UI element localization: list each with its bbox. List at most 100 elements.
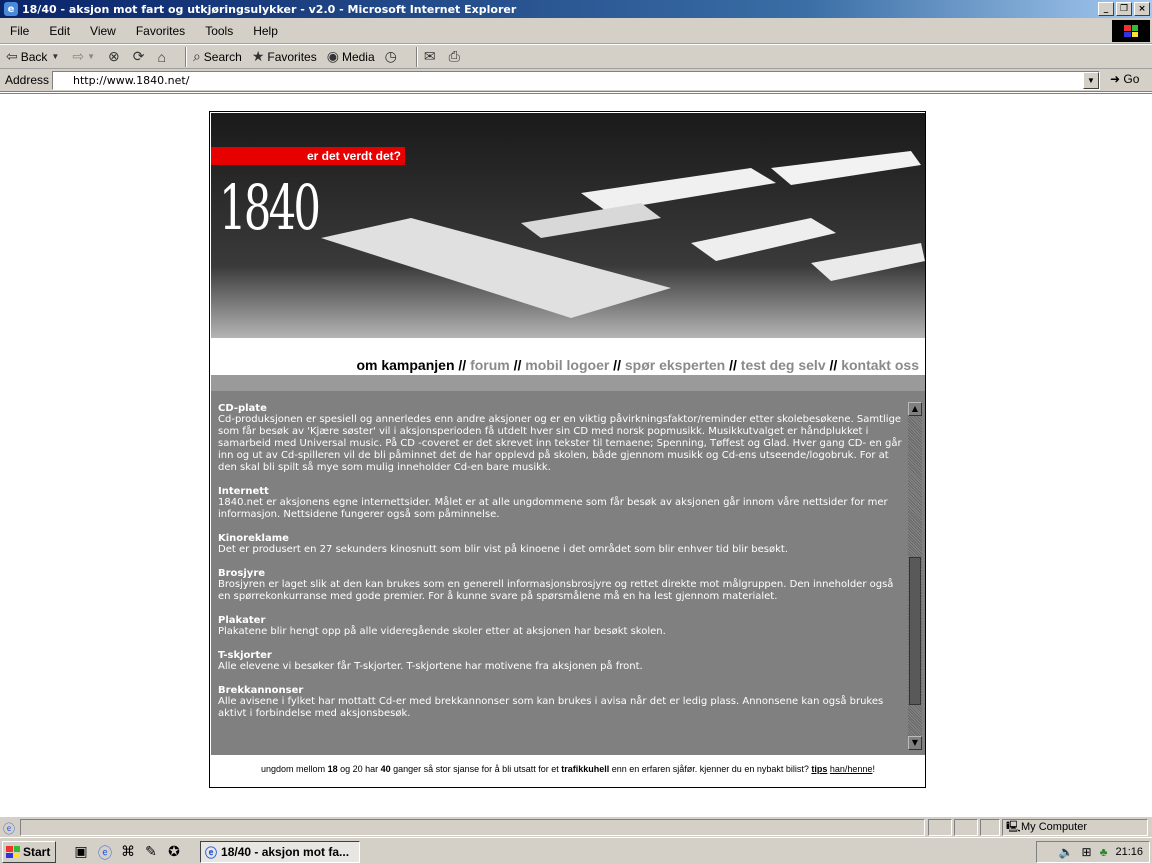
address-input[interactable]: http://www.1840.net/ [52,71,1100,90]
content-section: Brosjyre Brosjyren er laget slik at den k… [218,568,906,603]
address-label: Address [5,73,50,87]
taskbar-ie-window[interactable]: ⓔ 18/40 - aksjon mot fa... [200,841,360,863]
nav-link[interactable]: spør eksperten [625,357,725,373]
scroll-up-icon[interactable]: ▲ [908,402,922,416]
print-icon: ⎙ [448,48,460,64]
start-label: Start [23,845,51,859]
forward-arrow-icon: ⇨ [72,48,85,64]
chevron-down-icon[interactable]: ▼ [87,52,95,61]
footer-part: ungdom mellom [261,764,328,774]
address-bar: Address http://www.1840.net/ ▼ ➜ Go [0,69,1152,92]
section-title: Kinoreklame [218,533,289,544]
go-button[interactable]: ➜ Go [1110,72,1139,86]
clock[interactable]: 21:16 [1115,846,1143,858]
print-button[interactable]: ⎙ [449,48,463,65]
mail-icon: ✉ [423,48,436,64]
section-body: Plakatene blir hengt opp på alle videreg… [218,626,666,637]
nav-link[interactable]: mobil logoer [525,357,609,373]
content-section: Kinoreklame Det er produsert en 27 sekund… [218,533,906,556]
menu-view[interactable]: View [80,24,126,38]
forward-button[interactable]: ⇨ ▼ [72,48,98,65]
nav-link[interactable]: om kampanjen [356,357,454,373]
footer-part: ganger så stor sjanse for å bli utsatt f… [390,764,562,774]
nav-separator: // [725,357,741,373]
zone-cell: 🖳 My Computer [1002,819,1148,836]
section-title: CD-plate [218,403,267,414]
app-icon[interactable]: ✪ [165,843,183,861]
footer-part: og 20 har [337,764,381,774]
menu-bar: File Edit View Favorites Tools Help [0,18,1152,44]
status-cell [954,819,978,836]
search-button[interactable]: ⌕ Search [193,48,242,65]
back-arrow-icon: ⇦ [6,48,18,64]
network-icon[interactable]: ⊞ [1082,845,1092,859]
menu-tools[interactable]: Tools [195,24,243,38]
refresh-button[interactable]: ⟳ [133,48,148,65]
title-bar: e 18/40 - aksjon mot fart og utkjøringsu… [0,0,1152,18]
media-button[interactable]: ◉ Media [327,48,375,65]
show-desktop-icon[interactable]: ▣ [72,843,90,861]
windows-logo-icon [6,846,20,858]
favorites-icon: ★ [251,48,265,64]
nav-link[interactable]: test deg selv [741,357,826,373]
toolbar: ⇦ Back ▼ ⇨ ▼ ⊗ ⟳ ⌂ ⌕ Search ★ Favorites … [0,45,1152,69]
content-panel: CD-plate Cd-produksjonen er spesiell og a… [211,391,925,755]
minimize-button[interactable]: _ [1098,2,1114,16]
footer-text: ungdom mellom 18 og 20 har 40 ganger så … [211,764,925,774]
home-button[interactable]: ⌂ [157,49,168,65]
site-container: er det verdt det? 1840 om kampanjen // f… [209,111,926,788]
media-label: Media [341,49,375,64]
ie-quicklaunch-icon[interactable]: ⓔ [96,843,114,861]
ie-icon: ⓔ [205,845,218,860]
footer-bold: 18 [327,764,338,774]
search-icon: ⌕ [192,48,201,64]
nav-link[interactable]: kontakt oss [841,357,919,373]
section-title: Plakater [218,615,266,626]
scroll-thumb[interactable] [909,557,921,705]
back-button[interactable]: ⇦ Back ▼ [6,48,62,65]
tool-icon[interactable]: ✎ [142,843,160,861]
browser-viewport: er det verdt det? 1840 om kampanjen // f… [0,93,1152,816]
status-text-cell [20,819,925,836]
chevron-down-icon[interactable]: ▼ [51,52,59,61]
header-banner: er det verdt det? 1840 om kampanjen // f… [211,113,925,391]
system-tray: 🔈 ⊞ ♣ 21:16 [1036,841,1150,863]
menu-help[interactable]: Help [243,24,288,38]
computer-icon: 🖳 [1006,821,1021,833]
slogan-banner: er det verdt det? [211,147,405,165]
start-button[interactable]: Start [2,841,56,863]
toolbar-divider [184,46,187,67]
scroll-down-icon[interactable]: ▼ [908,736,922,750]
section-body: Brosjyren er laget slik at den kan bruke… [218,579,894,602]
footer-part: enn en erfaren sjåfør. kjenner du en nyb… [609,764,812,774]
site-logo[interactable]: 1840 [219,171,321,244]
section-title: Brosjyre [218,568,266,579]
nav-separator: // [509,357,526,373]
menu-edit[interactable]: Edit [39,24,80,38]
footer-han-henne-link[interactable]: han/henne [830,764,873,774]
content-section: Brekkannonser Alle avisene i fylket har m… [218,685,906,720]
page-status-icon: ⓔ [3,822,16,836]
history-button[interactable]: ◷ [385,48,400,65]
favorites-button[interactable]: ★ Favorites [252,48,317,65]
stop-button[interactable]: ⊗ [108,48,123,65]
footer-tips-link[interactable]: tips [811,764,827,774]
stop-icon: ⊗ [108,48,120,64]
taskbar: Start ▣ ⓔ ⌘ ✎ ✪ ⓔ 18/40 - aksjon mot fa.… [0,837,1152,864]
mail-button[interactable]: ✉ [424,48,439,65]
menu-file[interactable]: File [0,24,39,38]
volume-icon[interactable]: 🔈 [1059,845,1074,859]
media-icon: ◉ [326,48,339,64]
content-scrollbar[interactable]: ▲ ▼ [908,402,922,750]
ie-icon: e [4,2,18,16]
nav-separator: // [454,357,471,373]
tray-app-icon[interactable]: ♣ [1100,845,1108,859]
close-button[interactable]: × [1134,2,1150,16]
footer-part: ! [872,764,875,774]
menu-favorites[interactable]: Favorites [126,24,195,38]
explorer-icon[interactable]: ⌘ [119,843,137,861]
address-dropdown-icon[interactable]: ▼ [1083,72,1099,89]
go-arrow-icon: ➜ [1110,72,1121,86]
maximize-button[interactable]: ❐ [1116,2,1132,16]
nav-link[interactable]: forum [470,357,510,373]
